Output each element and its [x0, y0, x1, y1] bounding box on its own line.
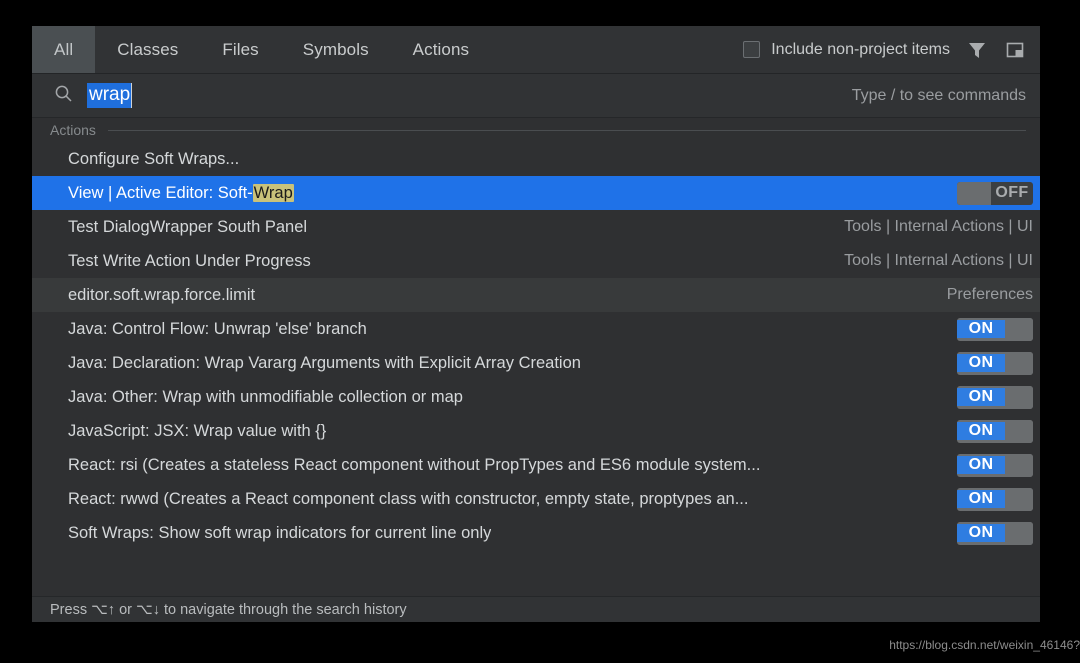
tab-label: Classes — [117, 39, 179, 59]
result-toggle-switch[interactable]: OFF — [957, 181, 1033, 205]
result-row[interactable]: JavaScript: JSX: Wrap value with {} ON — [32, 414, 1040, 448]
result-title-text: Configure Soft Wraps... — [68, 149, 240, 168]
result-path: Tools | Internal Actions | UI — [844, 218, 1033, 235]
result-title-text: Test Write Action Under Progress — [68, 251, 311, 270]
result-row[interactable]: React: rsi (Creates a stateless React co… — [32, 448, 1040, 482]
toggle-state-label: ON — [957, 320, 1005, 338]
result-title-text: Soft Wraps: Show soft wrap indicators fo… — [68, 523, 492, 542]
result-row[interactable]: Test Write Action Under Progress Tools | … — [32, 244, 1040, 278]
result-row[interactable]: Configure Soft Wraps... — [32, 142, 1040, 176]
result-title-text: Java: Declaration: Wrap Vararg Arguments… — [68, 353, 581, 372]
toggle-state-label: ON — [957, 524, 1005, 542]
tab-label: Files — [222, 39, 259, 59]
preview-panel-icon[interactable] — [1004, 39, 1026, 61]
toggle-knob — [1005, 487, 1033, 511]
tab-bar: All Classes Files Symbols Actions Include no… — [32, 26, 1040, 74]
toggle-state-label: ON — [957, 354, 1005, 372]
result-title-text: JavaScript: JSX: Wrap value with {} — [68, 421, 327, 440]
result-title: React: rsi (Creates a stateless React co… — [68, 456, 760, 475]
result-title-text: editor.soft.wrap.force.limit — [68, 285, 256, 304]
result-toggle-switch[interactable]: ON — [957, 521, 1033, 545]
result-toggle-switch[interactable]: ON — [957, 351, 1033, 375]
tab-label: Actions — [412, 39, 470, 59]
search-row[interactable]: wrap Type / to see commands — [32, 74, 1040, 118]
tab-files[interactable]: Files — [200, 26, 280, 73]
tab-symbols[interactable]: Symbols — [281, 26, 391, 73]
result-title-text: Java: Other: Wrap with unmodifiable coll… — [68, 387, 463, 406]
search-hint: Type / to see commands — [851, 86, 1026, 104]
toggle-state-label: ON — [957, 490, 1005, 508]
result-title-text: Java: Control Flow: Unwrap 'else' branch — [68, 319, 367, 338]
result-row[interactable]: Java: Other: Wrap with unmodifiable coll… — [32, 380, 1040, 414]
result-title: Test Write Action Under Progress — [68, 252, 311, 271]
search-input-area[interactable]: wrap — [54, 83, 852, 108]
result-path: Preferences — [946, 286, 1033, 303]
result-title: Test DialogWrapper South Panel — [68, 218, 307, 237]
result-title: Java: Declaration: Wrap Vararg Arguments… — [68, 354, 581, 373]
search-input[interactable]: wrap — [87, 83, 133, 108]
search-everywhere-dialog: All Classes Files Symbols Actions Include no… — [32, 26, 1040, 622]
result-row[interactable]: Test DialogWrapper South Panel Tools | In… — [32, 210, 1040, 244]
toggle-state-label: OFF — [995, 184, 1029, 201]
toggle-knob — [1005, 385, 1033, 409]
result-title: React: rwwd (Creates a React component c… — [68, 490, 748, 509]
tab-label: Symbols — [302, 39, 369, 59]
group-divider — [107, 129, 1026, 131]
result-title: Soft Wraps: Show soft wrap indicators fo… — [68, 524, 491, 543]
tab-all[interactable]: All — [32, 26, 96, 73]
toggle-knob — [1005, 351, 1033, 375]
result-match-highlight: Wrap — [252, 183, 294, 202]
filter-funnel-icon[interactable] — [966, 39, 988, 61]
result-row[interactable]: Java: Control Flow: Unwrap 'else' branch… — [32, 312, 1040, 346]
toggle-knob — [1005, 317, 1033, 341]
tab-actions[interactable]: Actions — [391, 26, 491, 73]
watermark: https://blog.csdn.net/weixin_46146? — [889, 638, 1080, 652]
result-title: editor.soft.wrap.force.limit — [68, 286, 255, 305]
result-toggle-switch[interactable]: ON — [957, 385, 1033, 409]
tab-label: All — [54, 39, 74, 59]
toggle-knob — [1005, 419, 1033, 443]
result-title: Configure Soft Wraps... — [68, 150, 239, 169]
result-toggle-switch[interactable]: ON — [957, 453, 1033, 477]
result-row[interactable]: React: rwwd (Creates a React component c… — [32, 482, 1040, 516]
result-toggle-switch[interactable]: ON — [957, 419, 1033, 443]
result-title: Java: Control Flow: Unwrap 'else' branch — [68, 320, 367, 339]
status-bar-hint: Press ⌥↑ or ⌥↓ to navigate through the s… — [50, 601, 407, 618]
result-title: View | Active Editor: Soft-Wrap — [68, 183, 294, 203]
result-toggle-switch[interactable]: ON — [957, 487, 1033, 511]
result-toggle-switch[interactable]: ON — [957, 317, 1033, 341]
result-row[interactable]: editor.soft.wrap.force.limit Preferences — [32, 278, 1040, 312]
result-title-text: React: rwwd (Creates a React component c… — [68, 489, 749, 508]
group-label: Actions — [50, 122, 96, 138]
result-title: Java: Other: Wrap with unmodifiable coll… — [68, 388, 463, 407]
toggle-knob — [1005, 453, 1033, 477]
search-icon — [54, 84, 73, 108]
toggle-state-label: ON — [957, 456, 1005, 474]
tab-classes[interactable]: Classes — [95, 26, 200, 73]
include-non-project-items-checkbox[interactable]: Include non-project items — [743, 41, 950, 59]
include-non-project-items-label: Include non-project items — [771, 40, 950, 58]
result-title: JavaScript: JSX: Wrap value with {} — [68, 422, 326, 441]
results-group-header: Actions — [32, 118, 1040, 142]
result-row[interactable]: Java: Declaration: Wrap Vararg Arguments… — [32, 346, 1040, 380]
result-path: Tools | Internal Actions | UI — [844, 252, 1033, 269]
tab-list: All Classes Files Symbols Actions — [32, 26, 491, 73]
result-title-text: Test DialogWrapper South Panel — [68, 217, 308, 236]
toggle-state-label: ON — [957, 422, 1005, 440]
results-list: Configure Soft Wraps... View | Active Edi… — [32, 142, 1040, 596]
checkbox-box[interactable] — [743, 41, 761, 58]
result-title-text: React: rsi (Creates a stateless React co… — [68, 455, 761, 474]
status-bar: Press ⌥↑ or ⌥↓ to navigate through the s… — [32, 596, 1040, 622]
tab-bar-actions: Include non-project items — [743, 26, 1040, 73]
result-title-text: View | Active Editor: Soft- — [68, 183, 253, 202]
toggle-knob — [957, 181, 991, 205]
toggle-knob — [1005, 521, 1033, 545]
result-row[interactable]: Soft Wraps: Show soft wrap indicators fo… — [32, 516, 1040, 550]
toggle-state-label: ON — [957, 388, 1005, 406]
result-row[interactable]: View | Active Editor: Soft-Wrap OFF — [32, 176, 1040, 210]
